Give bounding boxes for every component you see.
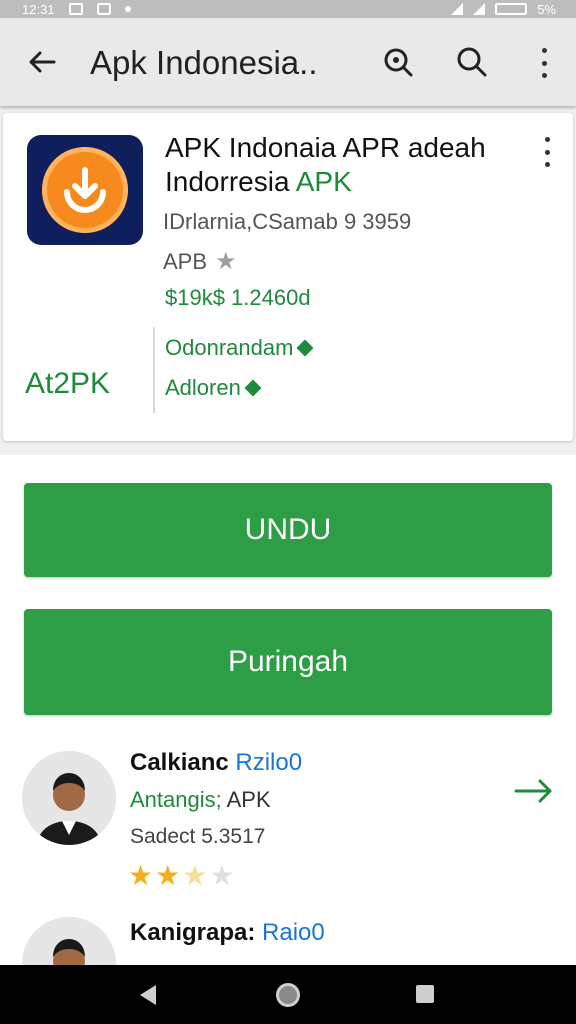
star-icon: ★: [155, 860, 181, 891]
nav-back-icon[interactable]: [140, 985, 156, 1005]
reviewer-name-text: Calkianc: [130, 749, 229, 776]
reviewer-sub-green: Antangis;: [130, 787, 222, 812]
app-title: APK Indonaia APR adeah: [165, 132, 486, 163]
avatar[interactable]: [22, 751, 116, 845]
reviewer-name: Calkianc Rzilo0: [130, 749, 302, 777]
install-button[interactable]: UNDU: [24, 483, 552, 577]
star-empty-icon: ★: [209, 860, 235, 891]
app-link-1-label: Odonrandam: [165, 335, 294, 360]
nav-home-icon[interactable]: [276, 983, 300, 1007]
app-rating-row: APB ★: [163, 247, 237, 276]
signal-icon: [451, 3, 464, 15]
more-vert-icon[interactable]: [532, 48, 556, 78]
system-navbar: [0, 965, 576, 1024]
app-link-2[interactable]: Adloren: [165, 375, 262, 401]
notification-icon: [68, 3, 83, 15]
nav-recents-icon[interactable]: [416, 985, 434, 1003]
battery-icon: [495, 3, 528, 15]
content-area: UNDU Puringah Calkianc Rzilo0 Antangis; …: [0, 455, 576, 1011]
app-logo-text: At2PK: [25, 367, 111, 400]
search-icon[interactable]: [452, 42, 492, 82]
secondary-button[interactable]: Puringah: [24, 609, 552, 715]
app-link-2-label: Adloren: [165, 375, 241, 400]
star-icon: ★: [128, 860, 154, 891]
dot-icon: [124, 6, 131, 12]
app-toolbar: Apk Indonesia..: [0, 18, 576, 106]
app-developer[interactable]: Indorresia APK: [165, 165, 486, 199]
developer-name[interactable]: APK: [296, 166, 352, 197]
review-date: Sadect 5.3517: [130, 825, 266, 848]
toolbar-title: Apk Indonesia..: [90, 44, 318, 81]
app-price: $19k$ 1.2460d: [165, 285, 311, 310]
star-icon: ★: [215, 248, 237, 275]
card-more-icon[interactable]: [535, 137, 559, 167]
reviewer-name-text: Kanigrapa:: [130, 919, 256, 946]
app-title-block: APK Indonaia APR adeah Indorresia APK: [165, 131, 486, 199]
install-button-label: UNDU: [244, 513, 332, 546]
secondary-button-label: Puringah: [227, 645, 349, 678]
status-bar: 12:31 5%: [0, 0, 576, 18]
back-arrow-icon[interactable]: [22, 42, 62, 82]
arrow-right-icon[interactable]: [514, 777, 554, 812]
download-app-icon[interactable]: [27, 135, 143, 245]
reviewer-subtitle: Antangis; APK: [130, 787, 271, 813]
zoom-search-icon[interactable]: [378, 42, 418, 82]
image-notification-icon: [96, 3, 111, 15]
star-half-icon: ★: [182, 860, 208, 891]
review-stars: ★ ★ ★ ★: [128, 859, 234, 892]
status-time: 12:31: [22, 1, 55, 17]
vertical-divider: [153, 327, 155, 413]
wifi-icon: [473, 3, 486, 15]
app-link-1[interactable]: Odonrandam: [165, 335, 314, 361]
app-meta: IDrlarnia,CSamab 9 3959: [163, 209, 412, 234]
reviewer-tag[interactable]: Rzilo0: [235, 749, 302, 776]
rating-label: APB: [163, 248, 208, 274]
battery-percent: 5%: [537, 1, 556, 17]
reviewer-name: Kanigrapa: Raio0: [130, 919, 325, 947]
diamond-arrow-icon: [244, 379, 262, 397]
diamond-arrow-icon: [296, 339, 314, 357]
reviewer-tag[interactable]: Raio0: [262, 919, 325, 946]
developer-prefix: Indorresia: [165, 166, 296, 197]
reviewer-sub-plain: APK: [221, 787, 271, 812]
app-detail-card: APK Indonaia APR adeah Indorresia APK ID…: [3, 113, 573, 441]
